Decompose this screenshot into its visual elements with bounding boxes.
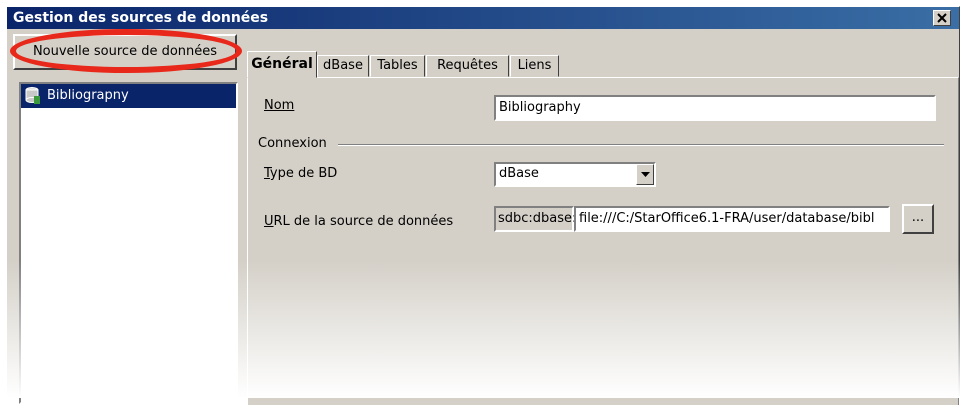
close-icon <box>937 13 947 23</box>
name-input[interactable]: Bibliography <box>494 95 936 121</box>
tab-general[interactable]: Général <box>247 51 317 78</box>
connection-separator <box>338 144 944 146</box>
general-tab-panel: Nom Bibliography Connexion Type de BD dB… <box>247 77 959 405</box>
db-type-label: Type de BD <box>264 166 338 181</box>
close-button[interactable] <box>933 10 951 26</box>
database-icon <box>25 87 41 108</box>
db-type-value: dBase <box>499 166 539 181</box>
url-label: URL de la source de données <box>264 214 454 229</box>
browse-button[interactable]: ... <box>902 204 934 234</box>
title-bar[interactable]: Gestion des sources de données <box>7 7 959 29</box>
tab-tables[interactable]: Tables <box>370 55 425 77</box>
data-source-manager-window: Gestion des sources de données Nouvelle … <box>6 6 960 405</box>
tab-queries[interactable]: Requêtes <box>426 55 509 77</box>
window-title: Gestion des sources de données <box>13 10 269 26</box>
db-type-select[interactable]: dBase <box>494 162 656 187</box>
dropdown-arrow-button[interactable] <box>636 164 654 185</box>
connection-heading: Connexion <box>258 136 327 151</box>
list-item-label: Bibliograpny <box>47 88 129 103</box>
tab-dbase[interactable]: dBase <box>317 55 369 77</box>
tab-links[interactable]: Liens <box>510 55 559 77</box>
new-data-source-button[interactable]: Nouvelle source de données <box>13 34 237 70</box>
list-item[interactable]: Bibliograpny <box>21 84 236 108</box>
data-source-list[interactable]: Bibliograpny <box>19 82 238 404</box>
name-label: Nom <box>264 98 295 113</box>
url-input[interactable]: file:///C:/StarOffice6.1-FRA/user/databa… <box>574 206 890 232</box>
url-prefix: sdbc:dbase: <box>494 206 576 232</box>
chevron-down-icon <box>641 172 650 177</box>
left-panel: Nouvelle source de données Bibliograpny <box>10 29 242 404</box>
